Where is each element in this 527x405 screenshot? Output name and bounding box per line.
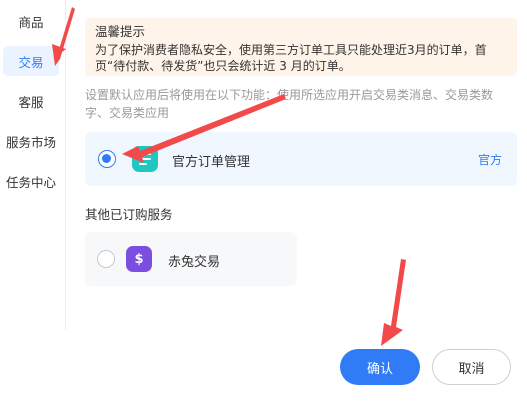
other-services-title: 其他已订购服务 xyxy=(85,207,173,222)
other-service-radio[interactable] xyxy=(97,250,115,268)
setting-description: 设置默认应用后将使用在以下功能：使用所选应用开启交易类消息、交易类数字、交易类应… xyxy=(85,88,494,120)
sidebar-item-trade[interactable]: 交易 xyxy=(3,46,59,76)
official-tag: 官方 xyxy=(477,153,502,167)
confirm-button[interactable]: 确认 xyxy=(340,349,420,385)
arrow-to-confirm-button xyxy=(381,259,406,346)
order-list-icon xyxy=(132,146,158,172)
notice-title: 温馨提示 xyxy=(95,24,146,39)
sidebar: 商品 交易 客服 服务市场 任务中心 xyxy=(0,0,66,330)
sidebar-item-customer-service[interactable]: 客服 xyxy=(3,86,59,116)
other-service-name: 赤兔交易 xyxy=(168,255,221,270)
other-service-option[interactable]: $ 赤兔交易 xyxy=(85,232,297,286)
official-app-option[interactable]: 官方订单管理 官方 xyxy=(85,132,517,186)
notice-box: 温馨提示 为了保护消费者隐私安全，使用第三方订单工具只能处理近3月的订单，首页“… xyxy=(85,18,517,76)
dollar-bag-icon: $ xyxy=(126,246,152,272)
official-app-radio[interactable] xyxy=(98,150,116,168)
notice-text: 为了保护消费者隐私安全，使用第三方订单工具只能处理近3月的订单，首页“待付款、待… xyxy=(95,43,487,73)
sidebar-item-service-market[interactable]: 服务市场 xyxy=(3,126,59,156)
sidebar-item-task-center[interactable]: 任务中心 xyxy=(3,166,59,196)
cancel-button[interactable]: 取消 xyxy=(432,349,511,385)
official-app-name: 官方订单管理 xyxy=(172,155,251,170)
sidebar-item-products[interactable]: 商品 xyxy=(3,6,59,36)
